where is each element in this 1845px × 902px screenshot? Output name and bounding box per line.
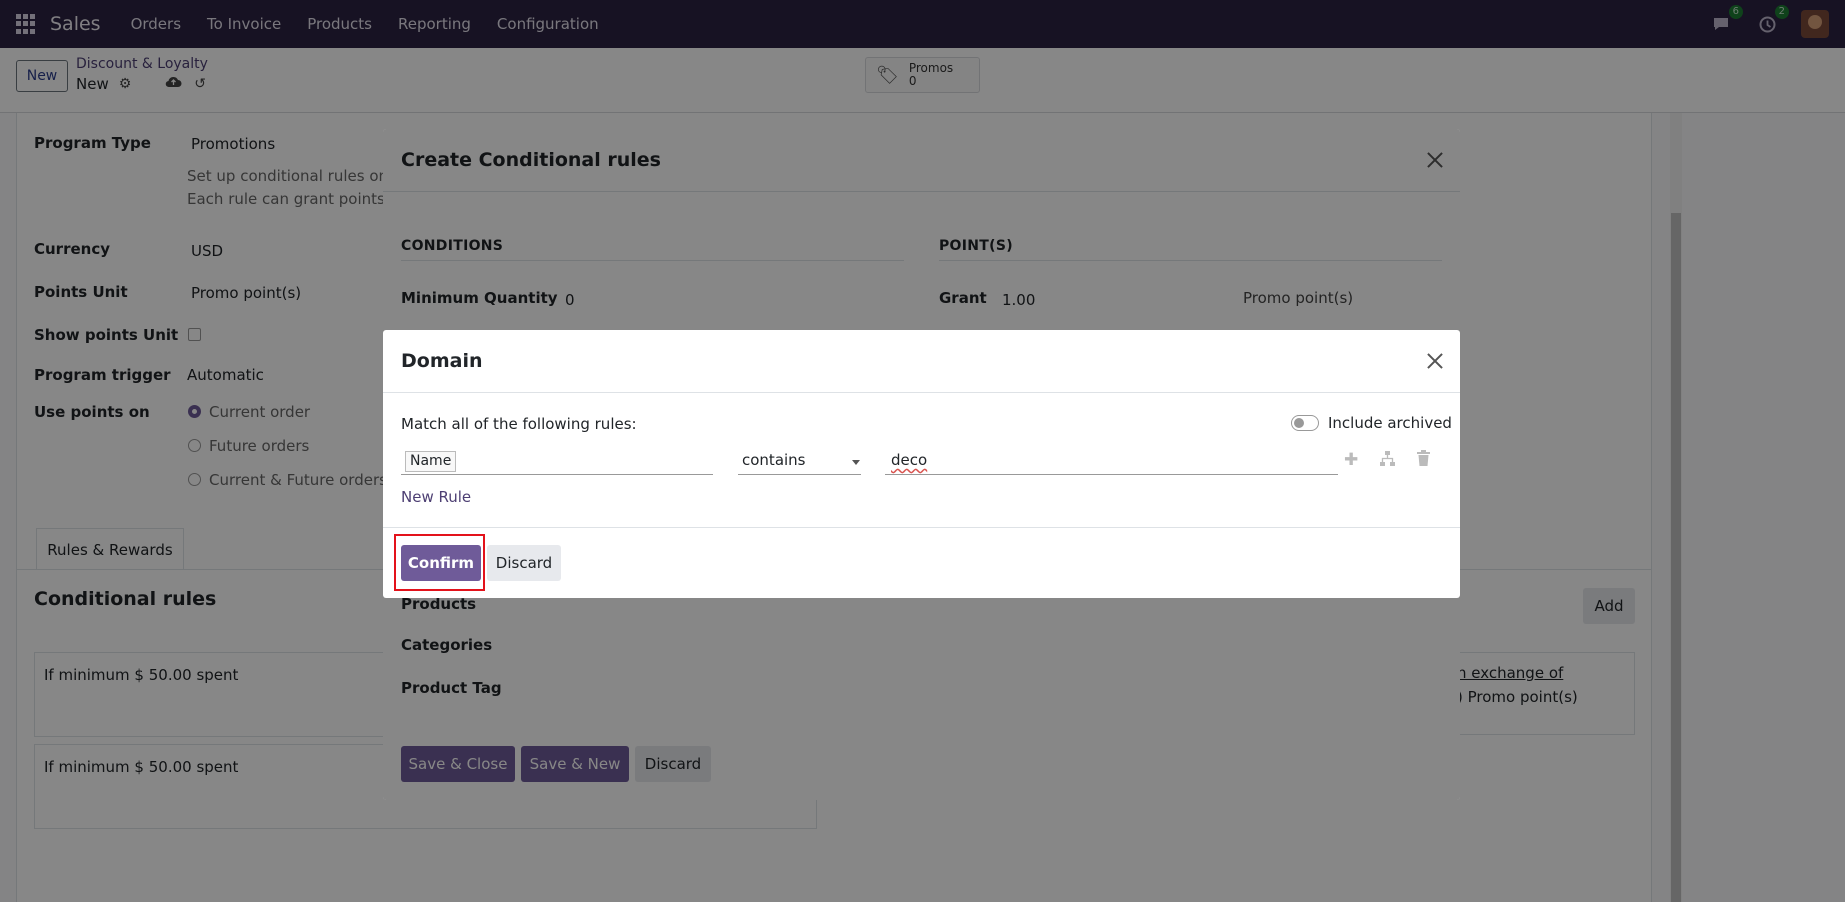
- operator-select[interactable]: contains: [742, 451, 806, 469]
- value-input[interactable]: deco: [891, 451, 927, 469]
- value-underline: [885, 474, 1338, 475]
- add-rule-plus-icon[interactable]: ✚: [1344, 450, 1358, 470]
- chevron-down-icon: [852, 460, 860, 465]
- include-archived-label: Include archived: [1328, 414, 1452, 432]
- discard-button[interactable]: Discard: [487, 545, 561, 581]
- domain-header: Domain: [383, 330, 1460, 393]
- include-archived-toggle[interactable]: [1291, 415, 1319, 431]
- footer-divider: [383, 527, 1460, 528]
- domain-title: Domain: [401, 350, 483, 372]
- operator-underline: [738, 474, 861, 475]
- field-path-select[interactable]: Name: [405, 451, 457, 472]
- field-path-underline: [401, 474, 713, 475]
- new-rule-link[interactable]: New Rule: [401, 488, 471, 506]
- match-text: Match all of the following rules:: [401, 415, 637, 433]
- add-branch-icon[interactable]: [1379, 450, 1396, 472]
- close-icon[interactable]: [1426, 352, 1444, 370]
- delete-trash-icon[interactable]: [1416, 450, 1431, 472]
- domain-modal: Domain Match all of the following rules:…: [383, 330, 1460, 598]
- confirm-highlight-box: [394, 534, 485, 591]
